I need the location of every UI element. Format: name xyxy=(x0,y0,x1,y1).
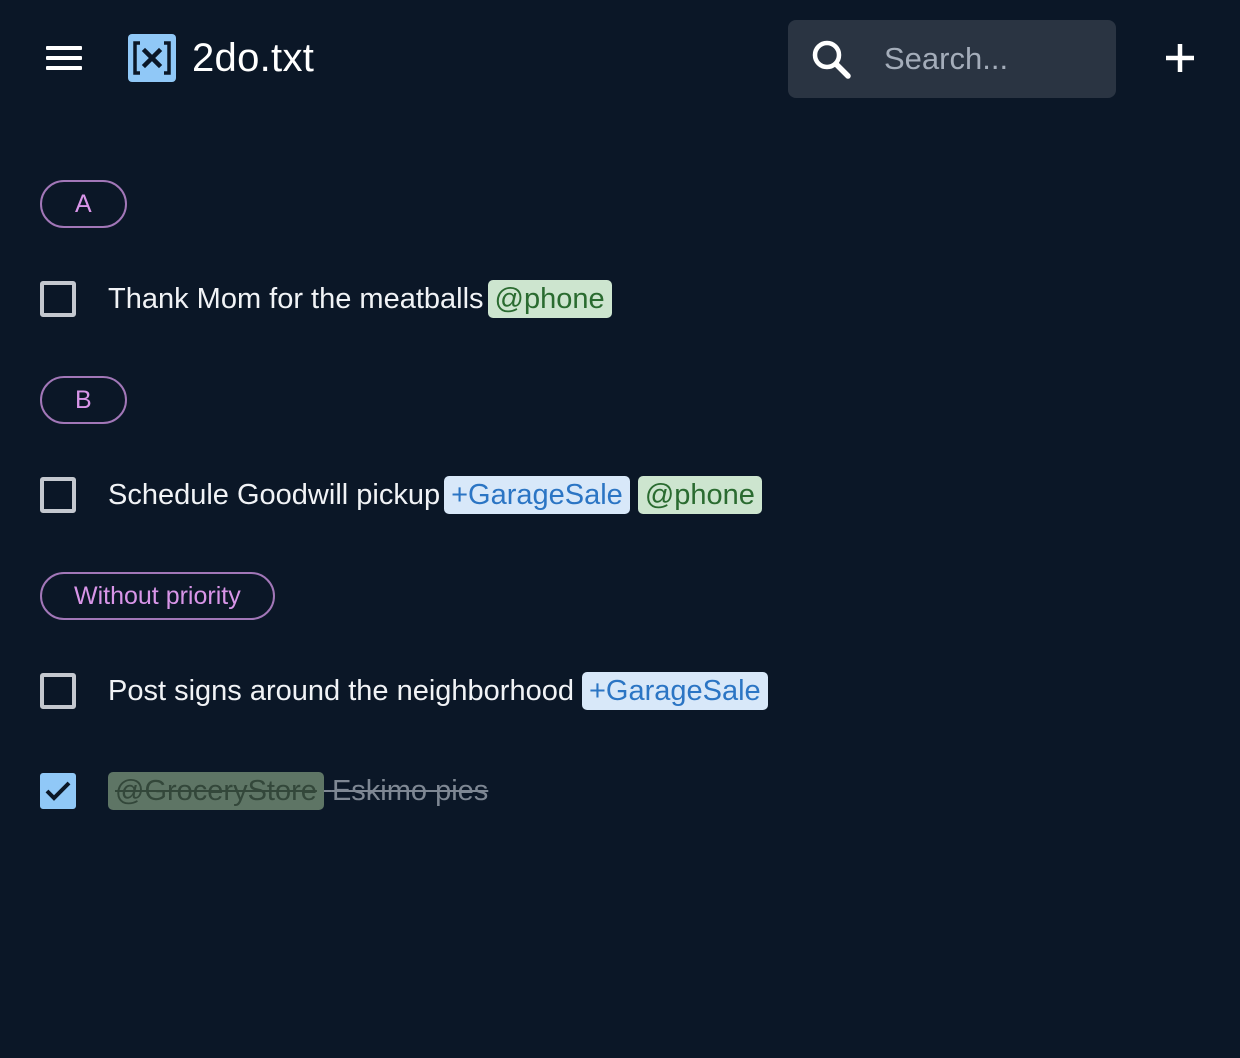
priority-chip-a: A xyxy=(40,180,127,228)
task-checkbox[interactable] xyxy=(40,281,76,317)
hamburger-menu-icon[interactable] xyxy=(40,38,88,78)
task-checkbox[interactable] xyxy=(40,477,76,513)
context-tag[interactable]: @phone xyxy=(487,280,612,318)
task-checkbox-checked[interactable] xyxy=(40,773,76,809)
priority-chip-b: B xyxy=(40,376,127,424)
task-text[interactable]: Post signs around the neighborhood +Garag… xyxy=(108,669,768,713)
app-title: 2do.txt xyxy=(192,36,315,80)
context-tag[interactable]: @GroceryStore xyxy=(108,772,324,810)
task-text[interactable]: @GroceryStore Eskimo pies xyxy=(108,769,488,813)
app-logo-icon xyxy=(128,34,176,82)
task-description: Schedule Goodwill pickup xyxy=(108,479,441,511)
priority-chip-none: Without priority xyxy=(40,572,275,620)
plus-icon[interactable] xyxy=(1156,34,1204,82)
app-header: 2do.txt xyxy=(0,0,1240,120)
menu-bar xyxy=(46,66,82,70)
menu-bar xyxy=(46,46,82,50)
search-box[interactable] xyxy=(788,20,1116,98)
task-text[interactable]: Schedule Goodwill pickup +GarageSale @phon… xyxy=(108,473,762,517)
task-text[interactable]: Thank Mom for the meatballs @phone xyxy=(108,277,612,321)
search-input[interactable] xyxy=(884,38,1094,80)
task-description: Post signs around the neighborhood xyxy=(108,675,574,707)
checkmark-icon xyxy=(45,781,71,801)
project-tag[interactable]: +GarageSale xyxy=(444,476,630,514)
task-description: Eskimo pies xyxy=(331,775,489,807)
context-tag[interactable]: @phone xyxy=(637,476,762,514)
menu-bar xyxy=(46,56,82,60)
project-tag[interactable]: +GarageSale xyxy=(581,672,768,710)
search-icon xyxy=(812,40,851,79)
task-checkbox[interactable] xyxy=(40,673,76,709)
task-description: Thank Mom for the meatballs xyxy=(108,283,484,315)
